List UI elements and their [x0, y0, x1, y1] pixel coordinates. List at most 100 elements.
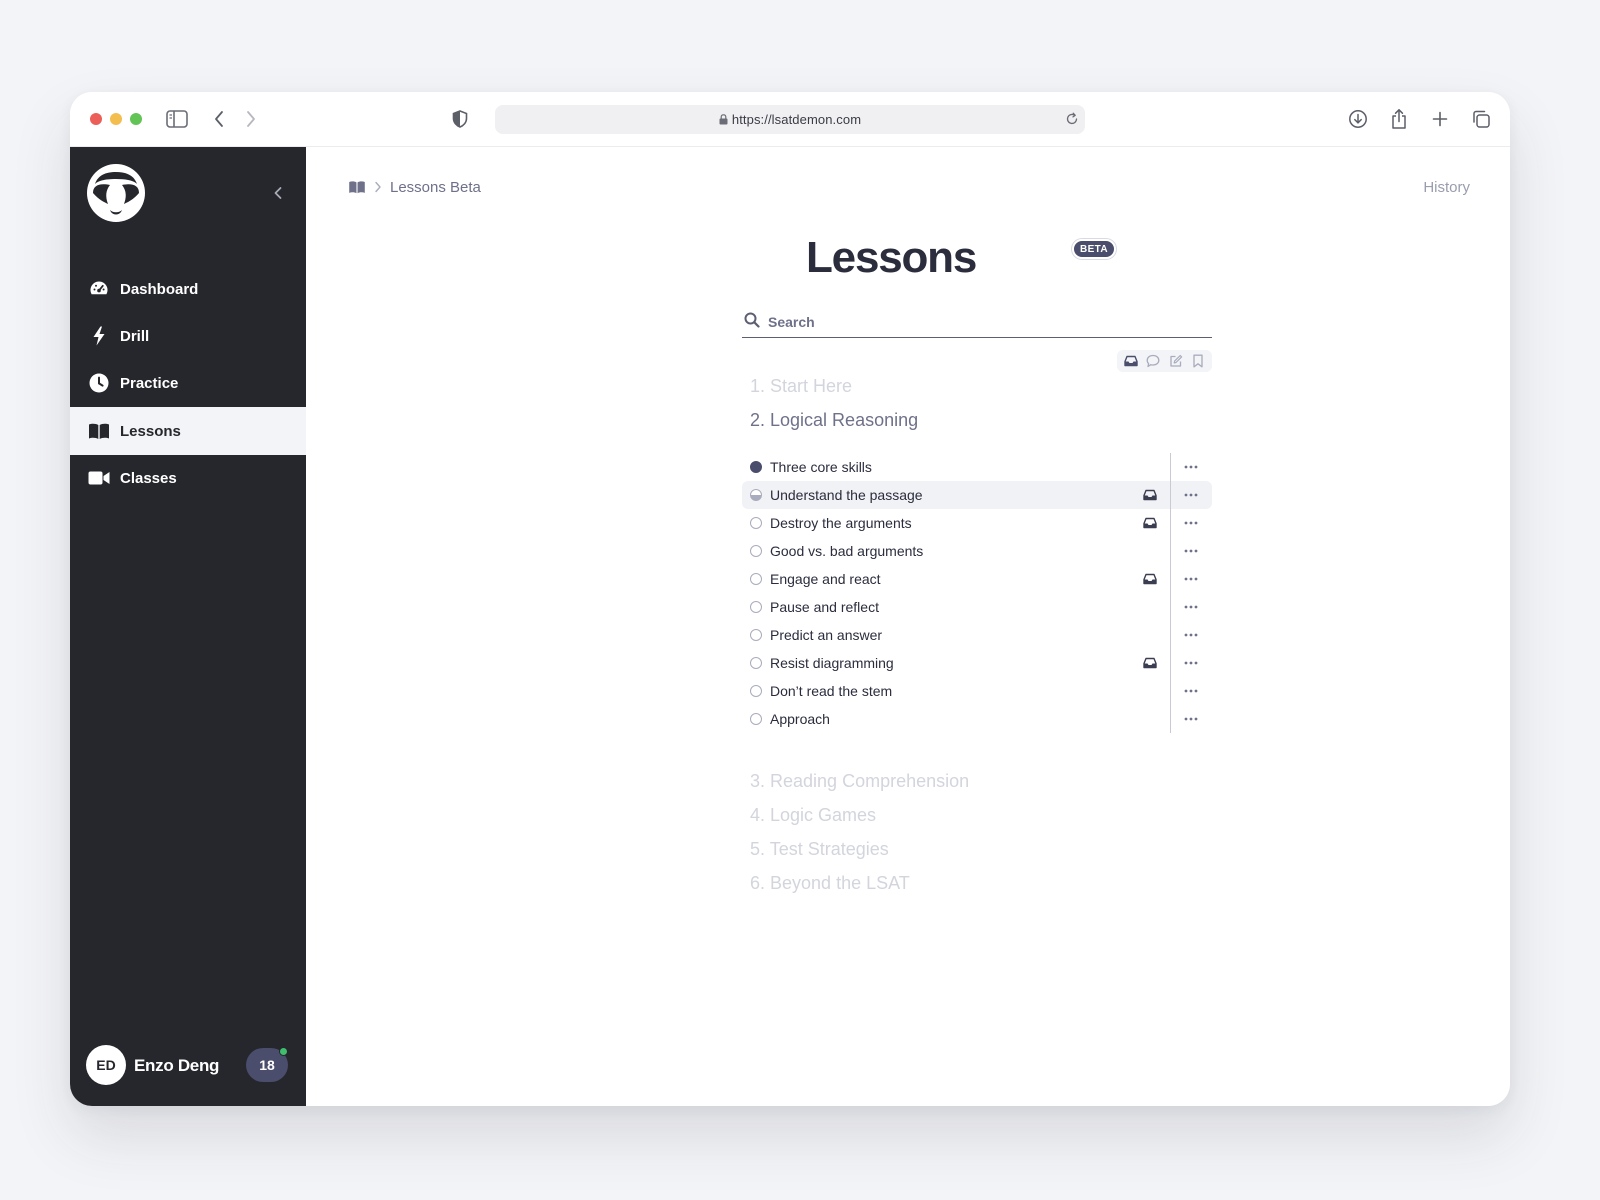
close-window-button[interactable] [90, 113, 102, 125]
search-icon [744, 312, 760, 328]
avatar[interactable]: ED [86, 1045, 126, 1085]
section-logical-reasoning[interactable]: 2. Logical Reasoning [750, 410, 918, 431]
lesson-row[interactable]: Engage and react [742, 565, 1212, 593]
lesson-title[interactable]: Three core skills [770, 459, 872, 475]
inbox-icon[interactable] [1123, 353, 1139, 369]
sidebar: Dashboard Drill Practice Lessons Classes [70, 147, 306, 1106]
more-options-icon[interactable] [1178, 569, 1204, 589]
row-divider [1170, 593, 1171, 621]
lesson-title[interactable]: Engage and react [770, 571, 881, 587]
search-input[interactable] [768, 310, 1198, 334]
lesson-filter-bar [1117, 350, 1212, 372]
section-start-here[interactable]: 1. Start Here [750, 376, 852, 397]
lesson-row[interactable]: Understand the passage [742, 481, 1212, 509]
row-divider [1170, 453, 1171, 481]
inbox-icon [1142, 655, 1158, 671]
inbox-icon [1142, 515, 1158, 531]
speedometer-icon [88, 278, 110, 300]
comment-icon[interactable] [1145, 353, 1161, 369]
book-icon [88, 420, 110, 442]
lesson-status-dot [750, 657, 762, 669]
shield-icon[interactable] [447, 106, 473, 132]
sidebar-toggle-icon[interactable] [164, 106, 190, 132]
lesson-title[interactable]: Destroy the arguments [770, 515, 912, 531]
forward-arrow-icon[interactable] [238, 106, 264, 132]
lesson-title[interactable]: Understand the passage [770, 487, 923, 503]
lsat-demon-logo[interactable] [86, 163, 146, 223]
lesson-row[interactable]: Resist diagramming [742, 649, 1212, 677]
lesson-row[interactable]: Destroy the arguments [742, 509, 1212, 537]
url-display[interactable]: https://lsatdemon.com [495, 112, 1085, 128]
clock-icon [88, 372, 110, 394]
section-test-strategies[interactable]: 5. Test Strategies [750, 839, 889, 860]
bookmark-icon[interactable] [1190, 353, 1206, 369]
more-options-icon[interactable] [1178, 457, 1204, 477]
lesson-row[interactable]: Three core skills [742, 453, 1212, 481]
user-name[interactable]: Enzo Deng [134, 1056, 219, 1076]
more-options-icon[interactable] [1178, 485, 1204, 505]
history-link[interactable]: History [1423, 179, 1470, 196]
page-title: Lessons [806, 233, 977, 282]
lesson-title[interactable]: Resist diagramming [770, 655, 894, 671]
back-arrow-icon[interactable] [206, 106, 232, 132]
lesson-row[interactable]: Predict an answer [742, 621, 1212, 649]
more-options-icon[interactable] [1178, 709, 1204, 729]
more-options-icon[interactable] [1178, 653, 1204, 673]
more-options-icon[interactable] [1178, 625, 1204, 645]
lesson-title[interactable]: Predict an answer [770, 627, 882, 643]
reload-icon[interactable] [1065, 112, 1079, 126]
lesson-status-dot [750, 685, 762, 697]
sidebar-item-classes[interactable]: Classes [70, 454, 306, 502]
lesson-title[interactable]: Pause and reflect [770, 599, 879, 615]
lesson-status-dot [750, 545, 762, 557]
more-options-icon[interactable] [1178, 681, 1204, 701]
lesson-title[interactable]: Approach [770, 711, 830, 727]
beta-badge: BETA [1072, 239, 1116, 259]
chevron-right-icon [374, 181, 382, 193]
row-divider [1170, 705, 1171, 733]
lesson-row[interactable]: Don’t read the stem [742, 677, 1212, 705]
breadcrumb-current[interactable]: Lessons Beta [390, 179, 481, 196]
lock-icon [719, 113, 728, 128]
row-divider [1170, 565, 1171, 593]
new-tab-plus-icon[interactable] [1427, 106, 1453, 132]
sidebar-item-label: Dashboard [120, 280, 199, 298]
lesson-status-dot [750, 573, 762, 585]
lesson-status-dot [750, 601, 762, 613]
search-field[interactable] [742, 310, 1212, 338]
more-options-icon[interactable] [1178, 597, 1204, 617]
lesson-status-dot [750, 517, 762, 529]
lesson-row[interactable]: Pause and reflect [742, 593, 1212, 621]
collapse-sidebar-chevron-icon[interactable] [268, 183, 288, 203]
lesson-title[interactable]: Don’t read the stem [770, 683, 892, 699]
sidebar-item-drill[interactable]: Drill [70, 312, 306, 360]
section-reading-comprehension[interactable]: 3. Reading Comprehension [750, 771, 969, 792]
lightning-icon [88, 325, 110, 347]
more-options-icon[interactable] [1178, 513, 1204, 533]
video-camera-icon [88, 467, 110, 489]
section-beyond-the-lsat[interactable]: 6. Beyond the LSAT [750, 873, 910, 894]
lesson-status-dot [750, 713, 762, 725]
section-logic-games[interactable]: 4. Logic Games [750, 805, 876, 826]
address-bar[interactable]: https://lsatdemon.com [495, 105, 1085, 134]
minimize-window-button[interactable] [110, 113, 122, 125]
book-icon[interactable] [348, 180, 366, 194]
lesson-row[interactable]: Approach [742, 705, 1212, 733]
user-profile[interactable]: ED Enzo Deng 18 [86, 1045, 296, 1087]
lesson-row[interactable]: Good vs. bad arguments [742, 537, 1212, 565]
row-divider [1170, 537, 1171, 565]
lesson-status-dot [750, 629, 762, 641]
zoom-window-button[interactable] [130, 113, 142, 125]
tabs-overview-icon[interactable] [1468, 106, 1494, 132]
lesson-title[interactable]: Good vs. bad arguments [770, 543, 923, 559]
sidebar-item-lessons[interactable]: Lessons [70, 407, 306, 455]
download-icon[interactable] [1345, 106, 1371, 132]
url-text: https://lsatdemon.com [731, 112, 862, 127]
row-divider [1170, 649, 1171, 677]
edit-note-icon[interactable] [1168, 353, 1184, 369]
row-divider [1170, 509, 1171, 537]
sidebar-item-dashboard[interactable]: Dashboard [70, 265, 306, 313]
more-options-icon[interactable] [1178, 541, 1204, 561]
share-icon[interactable] [1386, 106, 1412, 132]
sidebar-item-practice[interactable]: Practice [70, 359, 306, 407]
